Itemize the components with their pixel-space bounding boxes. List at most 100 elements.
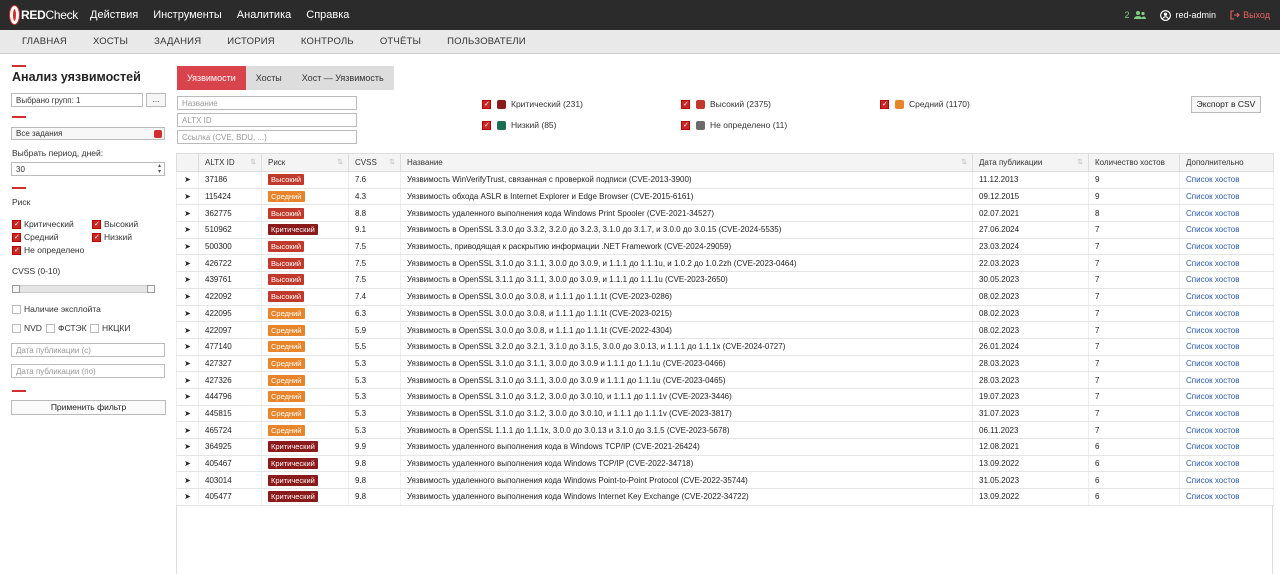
logout-button[interactable]: Выход — [1230, 10, 1270, 20]
expand-row-icon[interactable]: ➤ — [176, 271, 199, 289]
table-row[interactable]: ➤ 422097 Средний 5.9 Уязвимость в OpenSSL 3.… — [176, 321, 1274, 339]
table-row[interactable]: ➤ 465724 Средний 5.3 Уязвимость в OpenSSL 1.… — [176, 421, 1274, 439]
nav-home[interactable]: ГЛАВНАЯ — [22, 36, 67, 47]
table-row[interactable]: ➤ 439761 Высокий 7.5 Уязвимость в OpenSSL 3.… — [176, 271, 1274, 289]
hosts-list-link[interactable]: Список хостов — [1186, 359, 1239, 368]
date-from-input[interactable]: Дата публикации (с) — [11, 343, 165, 357]
hosts-list-link[interactable]: Список хостов — [1186, 275, 1239, 284]
online-users[interactable]: 2 — [1125, 10, 1146, 20]
expand-row-icon[interactable]: ➤ — [176, 355, 199, 373]
table-row[interactable]: ➤ 427326 Средний 5.3 Уязвимость в OpenSSL 3.… — [176, 371, 1274, 389]
table-row[interactable]: ➤ 37186 Высокий 7.6 Уязвимость WinVerifyTrus… — [176, 171, 1274, 189]
legend-high[interactable]: Высокий (2375) — [681, 99, 771, 109]
legend-undefined[interactable]: Не определено (11) — [681, 120, 787, 130]
hosts-list-link[interactable]: Список хостов — [1186, 192, 1239, 201]
table-row[interactable]: ➤ 115424 Средний 4.3 Уязвимость обхода ASLR … — [176, 188, 1274, 206]
altx-search-input[interactable]: ALTX ID — [177, 113, 357, 127]
expand-row-icon[interactable]: ➤ — [176, 288, 199, 306]
menu-help[interactable]: Справка — [306, 9, 349, 21]
hosts-list-link[interactable]: Список хостов — [1186, 309, 1239, 318]
apply-filter-button[interactable]: Применить фильтр — [11, 400, 166, 415]
expand-row-icon[interactable]: ➤ — [176, 238, 199, 256]
expand-row-icon[interactable]: ➤ — [176, 388, 199, 406]
slider-min-handle[interactable] — [12, 285, 20, 293]
period-input[interactable]: 30 ▴ ▾ — [11, 162, 165, 176]
tasks-select[interactable]: Все задания — [11, 127, 165, 140]
table-row[interactable]: ➤ 500300 Высокий 7.5 Уязвимость, приводящая … — [176, 238, 1274, 256]
nav-control[interactable]: КОНТРОЛЬ — [301, 36, 354, 47]
expand-row-icon[interactable]: ➤ — [176, 338, 199, 356]
table-row[interactable]: ➤ 405467 Критический 9.8 Уязвимость удаленно… — [176, 455, 1274, 473]
expand-row-icon[interactable]: ➤ — [176, 471, 199, 490]
table-row[interactable]: ➤ 477140 Средний 5.5 Уязвимость в OpenSSL 3.… — [176, 338, 1274, 356]
table-row[interactable]: ➤ 422092 Высокий 7.4 Уязвимость в OpenSSL 3.… — [176, 288, 1274, 306]
date-to-input[interactable]: Дата публикации (по) — [11, 364, 165, 378]
table-row[interactable]: ➤ 405477 Критический 9.8 Уязвимость удаленно… — [176, 488, 1274, 506]
nvd-checkbox[interactable]: NVD — [12, 323, 42, 333]
risk-critical-checkbox[interactable]: Критический — [12, 219, 74, 229]
reference-search-input[interactable]: Ссылка (CVE, BDU, ...) — [177, 130, 357, 144]
expand-row-icon[interactable]: ➤ — [176, 254, 199, 273]
cvss-slider[interactable] — [12, 285, 155, 293]
expand-row-icon[interactable]: ➤ — [176, 421, 199, 439]
column-header-date[interactable]: Дата публикации ⇅ — [972, 153, 1089, 172]
groups-field[interactable]: Выбрано групп: 1 — [11, 93, 143, 107]
menu-tools[interactable]: Инструменты — [153, 9, 222, 21]
fstek-checkbox[interactable]: ФСТЭК — [46, 323, 87, 333]
legend-critical[interactable]: Критический (231) — [482, 99, 583, 109]
hosts-list-link[interactable]: Список хостов — [1186, 442, 1239, 451]
hosts-list-link[interactable]: Список хостов — [1186, 342, 1239, 351]
menu-analytics[interactable]: Аналитика — [237, 9, 291, 21]
slider-max-handle[interactable] — [147, 285, 155, 293]
tab-vulnerabilities[interactable]: Уязвимости — [177, 66, 246, 90]
expand-row-icon[interactable]: ➤ — [176, 438, 199, 456]
export-csv-button[interactable]: Экспорт в CSV — [1191, 96, 1261, 113]
nav-users[interactable]: ПОЛЬЗОВАТЕЛИ — [447, 36, 526, 47]
nav-tasks[interactable]: ЗАДАНИЯ — [154, 36, 201, 47]
hosts-list-link[interactable]: Список хостов — [1186, 426, 1239, 435]
expand-row-icon[interactable]: ➤ — [176, 305, 199, 323]
expand-row-icon[interactable]: ➤ — [176, 371, 199, 389]
hosts-list-link[interactable]: Список хостов — [1186, 209, 1239, 218]
hosts-list-link[interactable]: Список хостов — [1186, 292, 1239, 301]
expand-row-icon[interactable]: ➤ — [176, 221, 199, 239]
hosts-list-link[interactable]: Список хостов — [1186, 225, 1239, 234]
expand-row-icon[interactable]: ➤ — [176, 455, 199, 473]
table-row[interactable]: ➤ 362775 Высокий 8.8 Уязвимость удаленного в… — [176, 204, 1274, 223]
nav-history[interactable]: ИСТОРИЯ — [227, 36, 275, 47]
redcheck-logo[interactable]: REDCheck — [10, 6, 78, 24]
exploit-checkbox[interactable]: Наличие эксплойта — [12, 304, 101, 314]
table-row[interactable]: ➤ 403014 Критический 9.8 Уязвимость удаленно… — [176, 471, 1274, 490]
hosts-list-link[interactable]: Список хостов — [1186, 175, 1239, 184]
expand-row-icon[interactable]: ➤ — [176, 488, 199, 506]
expand-row-icon[interactable]: ➤ — [176, 405, 199, 423]
column-header-hosts-count[interactable]: Количество хостов — [1088, 153, 1180, 172]
legend-low[interactable]: Низкий (85) — [482, 120, 556, 130]
tab-hosts[interactable]: Хосты — [245, 66, 292, 90]
menu-actions[interactable]: Действия — [90, 9, 138, 21]
legend-medium[interactable]: Средний (1170) — [880, 99, 970, 109]
expand-row-icon[interactable]: ➤ — [176, 204, 199, 223]
risk-undefined-checkbox[interactable]: Не определено — [12, 245, 84, 255]
column-header-altx[interactable]: ALTX ID ⇅ — [198, 153, 262, 172]
nkcki-checkbox[interactable]: НКЦКИ — [90, 323, 130, 333]
column-header-cvss[interactable]: CVSS ⇅ — [348, 153, 401, 172]
hosts-list-link[interactable]: Список хостов — [1186, 476, 1239, 485]
table-row[interactable]: ➤ 510962 Критический 9.1 Уязвимость в OpenSS… — [176, 221, 1274, 239]
hosts-list-link[interactable]: Список хостов — [1186, 242, 1239, 251]
table-row[interactable]: ➤ 422095 Средний 6.3 Уязвимость в OpenSSL 3.… — [176, 305, 1274, 323]
nav-reports[interactable]: ОТЧЁТЫ — [380, 36, 421, 47]
hosts-list-link[interactable]: Список хостов — [1186, 392, 1239, 401]
risk-low-checkbox[interactable]: Низкий — [92, 232, 132, 242]
risk-high-checkbox[interactable]: Высокий — [92, 219, 138, 229]
hosts-list-link[interactable]: Список хостов — [1186, 459, 1239, 468]
hosts-list-link[interactable]: Список хостов — [1186, 492, 1239, 501]
table-row[interactable]: ➤ 426722 Высокий 7.5 Уязвимость в OpenSSL 3.… — [176, 254, 1274, 273]
name-search-input[interactable]: Название — [177, 96, 357, 110]
user-menu[interactable]: red-admin — [1159, 9, 1216, 21]
hosts-list-link[interactable]: Список хостов — [1186, 259, 1239, 268]
tab-host-vulnerability[interactable]: Хост — Уязвимость — [291, 66, 394, 90]
hosts-list-link[interactable]: Список хостов — [1186, 409, 1239, 418]
table-row[interactable]: ➤ 427327 Средний 5.3 Уязвимость в OpenSSL 3.… — [176, 355, 1274, 373]
column-header-name[interactable]: Название ⇅ — [400, 153, 973, 172]
